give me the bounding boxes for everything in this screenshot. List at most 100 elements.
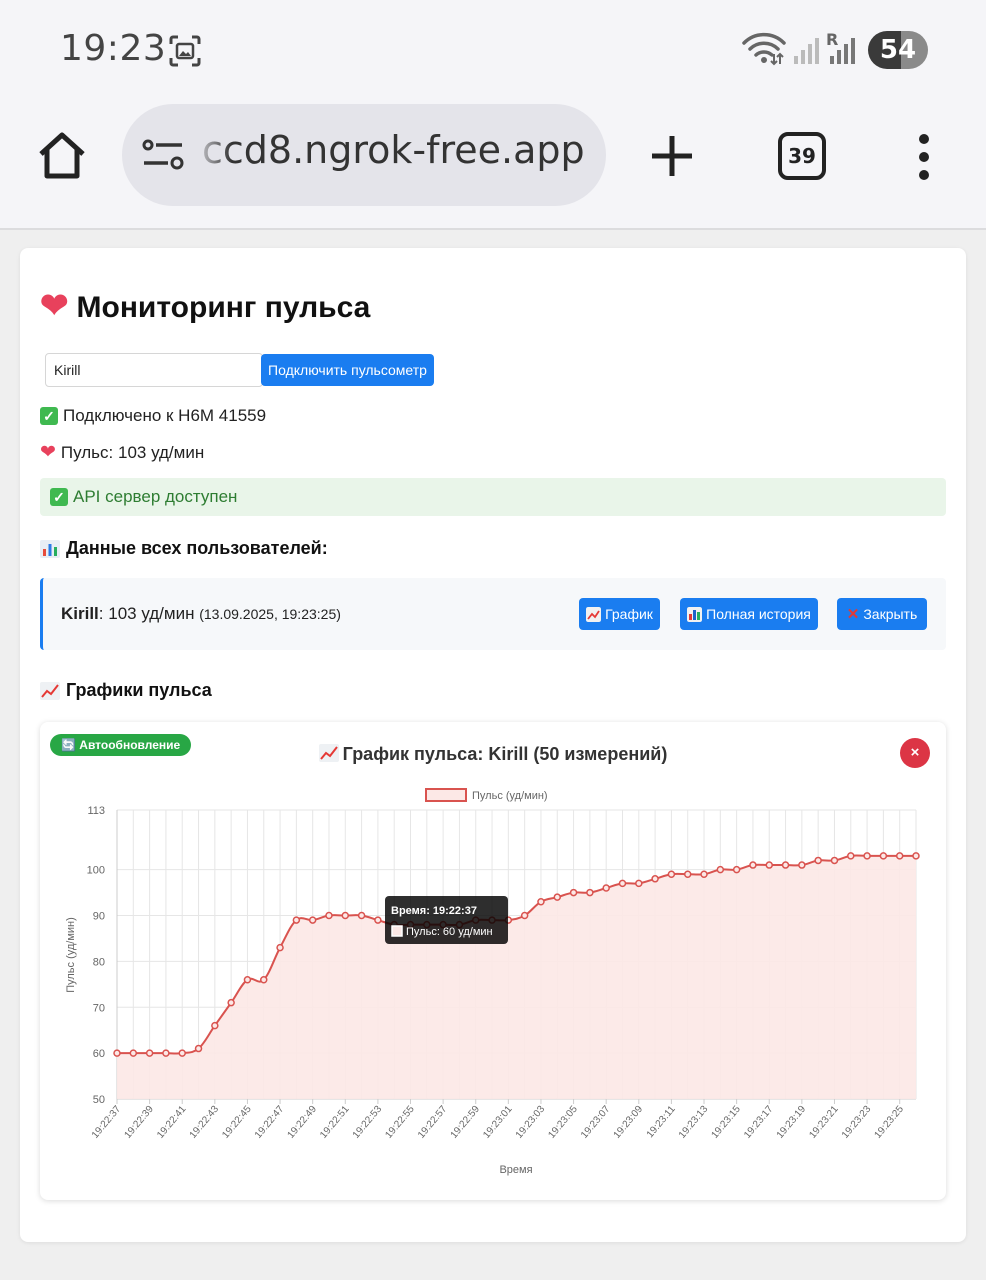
tooltip-swatch: [391, 925, 403, 937]
y-tick-label: 70: [93, 1002, 105, 1014]
full-history-label: Полная история: [706, 606, 811, 622]
data-point: [341, 911, 350, 920]
y-tick-label: 80: [93, 956, 105, 968]
data-point: [749, 861, 757, 869]
check-icon: ✓: [40, 407, 58, 425]
series-area-fill: [117, 855, 916, 1099]
x-tick-label: 19:23:01: [481, 1104, 515, 1141]
data-point: [520, 911, 529, 920]
y-axis-ticks: 50 60 70 80 90 100 113: [87, 805, 105, 1106]
data-point: [292, 916, 301, 924]
x-tick-label: 19:22:49: [286, 1104, 320, 1141]
check-icon: ✓: [50, 488, 68, 506]
data-point: [374, 916, 382, 924]
data-point: [700, 870, 708, 878]
x-tick-label: 19:22:41: [155, 1104, 189, 1141]
connection-status: ✓ Подключено к H6M 41559: [40, 406, 266, 426]
y-tick-label: 100: [87, 865, 105, 877]
full-history-button[interactable]: Полная история: [680, 598, 818, 630]
data-point: [667, 870, 676, 878]
legend-swatch: [425, 788, 467, 802]
x-tick-label: 19:23:07: [579, 1104, 613, 1141]
bar-chart-icon: [687, 606, 703, 622]
pulse-line-chart: 5060708090100113 19:22:37 19:22:39 19:22:4…: [65, 788, 920, 1176]
data-point: [227, 998, 235, 1007]
user-data-row: Kirill: 103 уд/мин (13.09.2025, 19:23:25…: [40, 578, 946, 650]
page-title-text: Мониторинг пульса: [76, 291, 371, 324]
data-point: [879, 852, 888, 860]
data-point: [814, 856, 822, 865]
data-point: [798, 861, 806, 869]
charts-section-title: Графики пульса: [40, 680, 212, 701]
data-point: [129, 1049, 138, 1057]
users-section-title: Данные всех пользователей:: [40, 538, 328, 559]
address-bar[interactable]: ccd8.ngrok-free.app: [122, 104, 606, 206]
url-text: ccd8.ngrok-free.app: [202, 128, 585, 172]
pulse-status: ❤ Пульс: 103 уд/мин: [40, 441, 204, 464]
y-tick-label: 60: [93, 1048, 105, 1060]
x-tick-label: 19:23:19: [775, 1104, 809, 1141]
data-point: [553, 893, 562, 901]
data-point: [683, 870, 692, 878]
page-card: ❤Мониторинг пульса Подключить пульсометр…: [20, 248, 966, 1242]
data-point: [830, 856, 839, 865]
x-tick-label: 19:22:55: [383, 1104, 417, 1141]
x-axis-ticks: 19:22:37 19:22:39 19:22:41 19:22:43 19:22:45…: [90, 1104, 906, 1141]
chart-increasing-icon: [586, 606, 602, 622]
x-axis-label: Время: [499, 1164, 532, 1176]
api-status-text: API сервер доступен: [73, 487, 238, 506]
home-icon[interactable]: [36, 130, 88, 182]
data-point: [618, 879, 627, 888]
x-tick-label: 19:23:25: [873, 1104, 907, 1141]
tooltip-body: Пульс: 60 уд/мин: [406, 926, 493, 938]
y-tick-label: 50: [93, 1094, 105, 1106]
close-user-button[interactable]: ✕ Закрыть: [837, 598, 927, 630]
chart-tooltip: Время: 19:22:37 Пульс: 60 уд/мин: [385, 896, 508, 944]
x-tick-label: 19:22:57: [416, 1104, 450, 1141]
chart-increasing-icon: [40, 681, 60, 700]
heart-icon: ❤: [40, 442, 56, 463]
data-point: [781, 861, 790, 869]
x-tick-label: 19:23:23: [840, 1104, 874, 1141]
data-point: [145, 1049, 154, 1057]
data-point: [716, 865, 725, 874]
data-point: [847, 852, 855, 860]
user-pulse-value: : 103 уд/мин: [98, 604, 195, 623]
data-point: [602, 884, 610, 892]
x-tick-label: 19:22:47: [253, 1104, 287, 1141]
tab-switcher-button[interactable]: 39: [778, 132, 826, 180]
new-tab-icon[interactable]: [648, 132, 696, 180]
chart-legend[interactable]: Пульс (уд/мин): [425, 788, 548, 802]
battery-indicator: 54: [868, 31, 928, 69]
x-tick-label: 19:23:05: [546, 1104, 580, 1141]
close-user-label: Закрыть: [863, 606, 918, 622]
show-chart-label: График: [605, 606, 653, 622]
cross-icon: ✕: [846, 606, 860, 623]
username-input[interactable]: [45, 353, 263, 387]
x-tick-label: 19:22:59: [449, 1104, 483, 1141]
data-point: [260, 975, 268, 984]
heart-icon: ❤: [40, 287, 69, 325]
site-settings-icon[interactable]: [142, 136, 186, 174]
data-point: [308, 916, 317, 924]
more-menu-icon[interactable]: [914, 134, 934, 180]
x-tick-label: 19:22:39: [122, 1104, 156, 1141]
wifi-icon: [742, 32, 786, 66]
y-tick-label: 90: [93, 911, 105, 923]
status-bar: 19:23 R 54: [0, 0, 986, 96]
show-chart-button[interactable]: График: [579, 598, 660, 630]
data-point: [357, 911, 366, 920]
x-tick-label: 19:23:11: [645, 1104, 678, 1141]
url-fade: [192, 104, 232, 206]
data-point: [912, 852, 920, 860]
bar-chart-icon: [40, 539, 60, 558]
api-status-box: ✓ API сервер доступен: [40, 478, 946, 516]
legend-label: Пульс (уд/мин): [472, 790, 548, 802]
users-section-title-text: Данные всех пользователей:: [66, 538, 328, 558]
charts-section-title-text: Графики пульса: [66, 680, 212, 700]
page-title: ❤ Мониторинг пульса: [40, 286, 370, 326]
connect-heart-monitor-button[interactable]: Подключить пульсометр: [261, 354, 434, 386]
data-point: [211, 1021, 219, 1030]
data-point: [765, 861, 773, 869]
tooltip-title: Время: 19:22:37: [391, 905, 477, 917]
